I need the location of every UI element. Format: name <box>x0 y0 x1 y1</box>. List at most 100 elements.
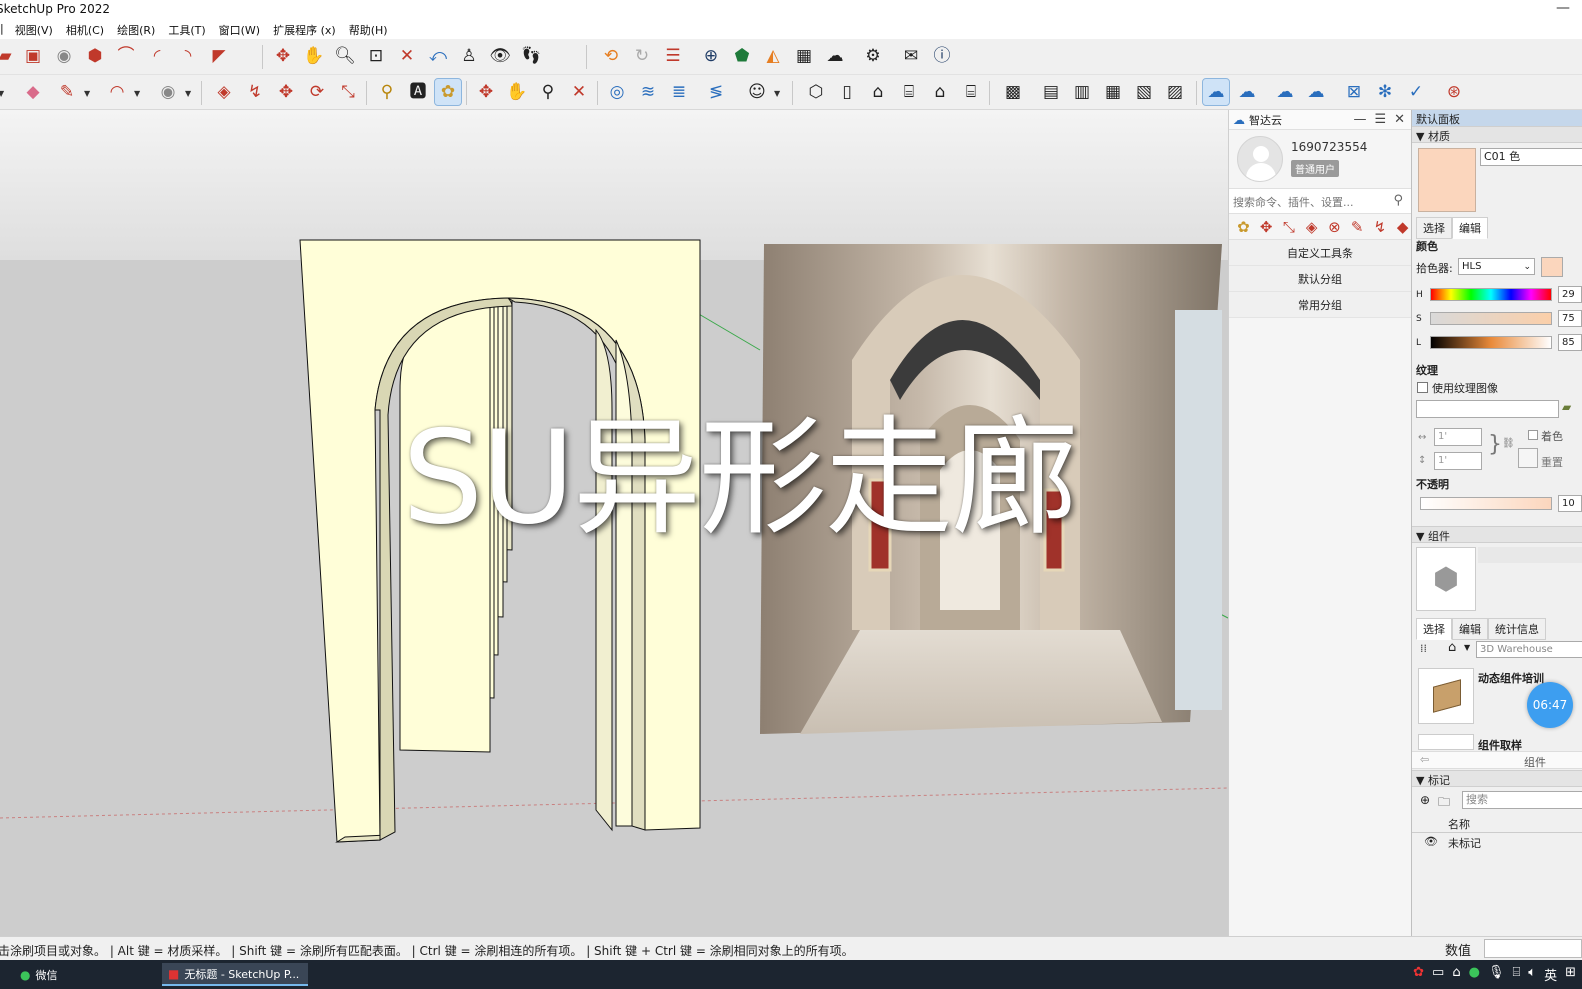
pan-icon[interactable]: ✋ <box>504 79 530 105</box>
settings-gears-icon[interactable]: ⚙ <box>860 43 886 69</box>
intersect-icon[interactable]: ≋ <box>635 79 661 105</box>
menu-camera[interactable]: 相机(C) <box>59 19 110 39</box>
follow-me-icon[interactable]: ↯ <box>242 79 268 105</box>
union-icon[interactable]: ≣ <box>666 79 692 105</box>
add-tag-icon[interactable]: ⊕ <box>1420 793 1430 807</box>
display-icon[interactable]: ▭ <box>1432 965 1444 984</box>
saturation-slider[interactable] <box>1430 312 1552 325</box>
shape-draw-icon[interactable]: ◉ <box>155 79 181 105</box>
cloud-sync-icon[interactable]: ☁ <box>1272 79 1298 105</box>
info-icon[interactable]: ⓘ <box>929 43 955 69</box>
user-account-icon[interactable]: ☺ <box>744 79 770 105</box>
tint-checkbox[interactable] <box>1528 430 1538 440</box>
arc-tool-icon[interactable]: ⌒ <box>113 43 139 69</box>
menu-draw[interactable]: 绘图(R) <box>110 19 161 39</box>
back-view-icon[interactable]: ⌂ <box>927 79 953 105</box>
cloud-upload-icon[interactable]: ☁ <box>822 43 848 69</box>
iso-view-icon[interactable]: ⬡ <box>803 79 829 105</box>
ime-indicator[interactable]: 英 <box>1544 965 1557 984</box>
add-folder-icon[interactable]: 🗀︎ <box>1438 793 1450 814</box>
xray-icon[interactable]: ▩ <box>1000 79 1026 105</box>
s-value[interactable]: 75 <box>1558 310 1582 327</box>
mail-icon[interactable]: ✉ <box>898 43 924 69</box>
solid-tools-icon[interactable]: ◎ <box>604 79 630 105</box>
tags-search-input[interactable]: 搜索 <box>1462 791 1582 809</box>
use-texture-checkbox[interactable] <box>1417 382 1428 393</box>
wireframe-icon[interactable]: ▤ <box>1038 79 1064 105</box>
tag-row-untagged[interactable]: 未标记 <box>1448 835 1481 851</box>
section-plane-icon[interactable]: ⊠ <box>1341 79 1367 105</box>
pencil-icon[interactable]: ✎ <box>1349 218 1366 236</box>
pencil-line-icon[interactable]: ✎ <box>54 79 80 105</box>
taskbar-sketchup[interactable]: ■ 无标题 - SketchUp P... <box>162 963 308 986</box>
menu-icon[interactable]: ☰ <box>1374 112 1386 127</box>
command-search-input[interactable] <box>1233 193 1383 211</box>
move-icon[interactable]: ✥ <box>273 79 299 105</box>
push-pull-icon[interactable]: ◈ <box>1303 218 1320 236</box>
material-name-field[interactable]: C01 色 <box>1480 148 1582 166</box>
hue-slider[interactable] <box>1430 288 1552 301</box>
lightness-slider[interactable] <box>1430 336 1552 349</box>
h-value[interactable]: 29 <box>1558 286 1582 303</box>
orbit-icon[interactable]: ✥ <box>473 79 499 105</box>
orbit-icon[interactable]: ✥ <box>270 43 296 69</box>
tags-header[interactable]: ▼ 标记 <box>1412 770 1582 787</box>
menu-edge[interactable]: | <box>0 19 8 39</box>
look-around-icon[interactable]: 👁︎ <box>487 43 513 69</box>
keyboard-icon[interactable]: ⊞ <box>1565 965 1576 984</box>
monochrome-icon[interactable]: ▨ <box>1162 79 1188 105</box>
component-item-1[interactable]: 动态组件培训 <box>1478 670 1544 686</box>
eraser-icon[interactable]: ◆ <box>20 79 46 105</box>
three-point-arc-icon[interactable]: ◝ <box>175 43 201 69</box>
text-tool-icon[interactable]: 🅰︎ <box>405 79 431 105</box>
component-name-field[interactable] <box>1478 547 1582 563</box>
tab-edit[interactable]: 编辑 <box>1452 618 1488 640</box>
tab-select[interactable]: 选择 <box>1416 217 1452 239</box>
tab-edit[interactable]: 编辑 <box>1452 217 1488 239</box>
zoom-icon[interactable]: 🔍︎ <box>332 43 358 69</box>
scale-icon[interactable]: ⤡ <box>1281 218 1298 236</box>
cloud-search-icon[interactable]: ☁ <box>1234 79 1260 105</box>
tab-select[interactable]: 选择 <box>1416 618 1452 640</box>
group-default[interactable]: 默认分组 <box>1229 266 1411 292</box>
menu-extensions[interactable]: 扩展程序 (x) <box>266 19 342 39</box>
rectangle-tool-icon[interactable]: ▰ <box>0 43 18 69</box>
cloud-link-icon[interactable]: ☁ <box>1202 78 1230 106</box>
layers-sync-icon[interactable]: ☰ <box>660 43 686 69</box>
front-view-icon[interactable]: ⌂ <box>865 79 891 105</box>
walk-icon[interactable]: 👣︎ <box>518 43 544 69</box>
link-bracket-icon[interactable]: } <box>1488 432 1502 457</box>
paint-icon[interactable]: ✿ <box>1235 218 1252 236</box>
scale-icon[interactable]: ⤡ <box>335 79 361 105</box>
menu-tools[interactable]: 工具(T) <box>161 19 211 39</box>
two-point-arc-icon[interactable]: ◜ <box>144 43 170 69</box>
group-common[interactable]: 常用分组 <box>1229 292 1411 318</box>
microphone-icon[interactable]: 🎙︎ <box>1488 965 1505 984</box>
reset-color-button[interactable] <box>1518 448 1538 468</box>
polygon-tool-icon[interactable]: ⬢ <box>82 43 108 69</box>
minimize-icon[interactable]: — <box>1353 112 1366 127</box>
rotate-icon[interactable]: ⟳ <box>304 79 330 105</box>
sandbox-icon[interactable]: ◭ <box>760 43 786 69</box>
follow-me-icon[interactable]: ↯ <box>1372 218 1389 236</box>
rotated-rectangle-icon[interactable]: ▣ <box>20 43 46 69</box>
shaded-icon[interactable]: ▦ <box>1100 79 1126 105</box>
component-thumbnail[interactable] <box>1418 734 1474 750</box>
opacity-slider[interactable] <box>1420 497 1552 510</box>
back-arrow-icon[interactable]: ⇦ <box>1420 753 1429 766</box>
chevron-down-icon[interactable]: ▼ <box>185 89 191 98</box>
zoom-extents-icon[interactable]: ✕ <box>394 43 420 69</box>
push-pull-icon[interactable]: ◈ <box>211 79 237 105</box>
avatar[interactable] <box>1237 136 1283 182</box>
extension-warehouse-icon[interactable]: ⬟ <box>729 43 755 69</box>
zoom-window-icon[interactable]: ⊡ <box>363 43 389 69</box>
texture-path-field[interactable] <box>1416 400 1559 418</box>
menu-window[interactable]: 窗口(W) <box>212 19 266 39</box>
warehouse-search-field[interactable]: 3D Warehouse <box>1476 641 1582 658</box>
texture-height-field[interactable]: 1' <box>1434 452 1482 470</box>
minimize-button[interactable]: — <box>1556 0 1570 16</box>
components-header[interactable]: ▼ 组件 <box>1412 526 1582 543</box>
usb-icon[interactable]: ⌂ <box>1452 965 1460 984</box>
network-icon[interactable]: ⌸ <box>1512 965 1520 984</box>
model-viewport[interactable]: SU异形走廊 <box>0 110 1228 936</box>
